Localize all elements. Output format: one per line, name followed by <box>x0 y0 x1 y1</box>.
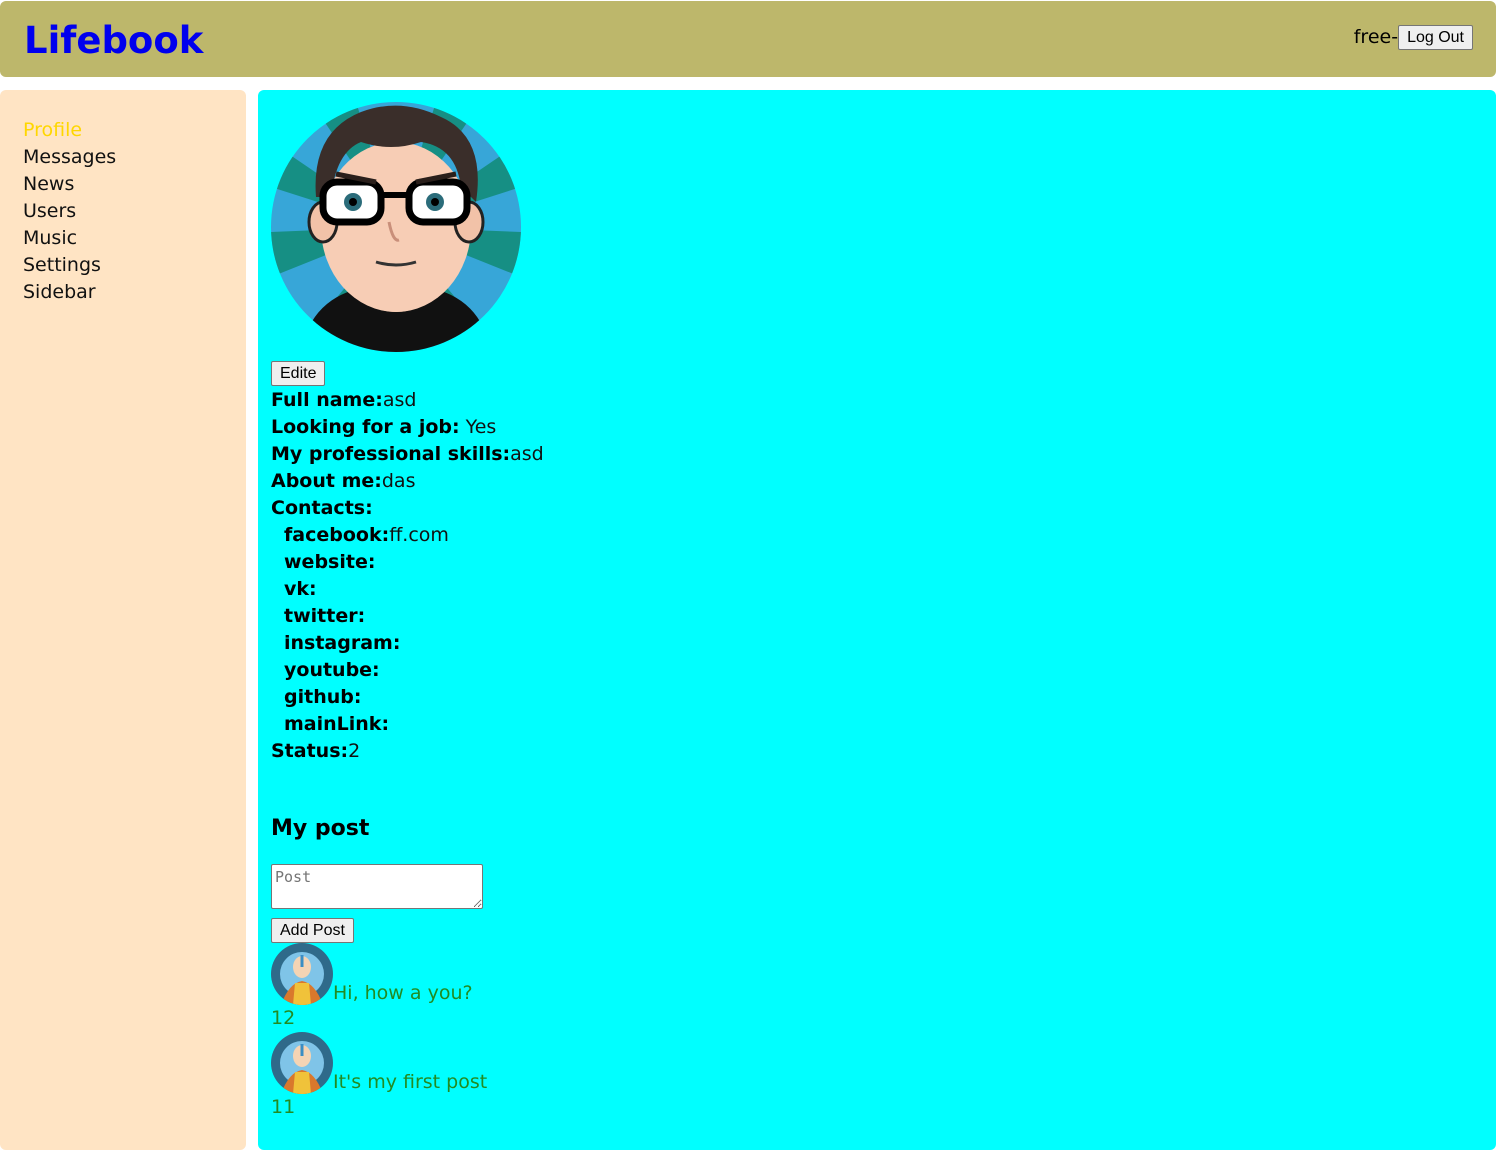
about-row: About me:das <box>271 468 1496 495</box>
post-likes: 11 <box>271 1096 296 1118</box>
sidebar-nav: Profile Messages News Users Music Settin… <box>0 90 246 1150</box>
profile-avatar <box>271 102 521 352</box>
sidebar-item-music[interactable]: Music <box>23 225 246 252</box>
post-header: Hi, how a you? <box>271 943 1496 1005</box>
sidebar-item-settings[interactable]: Settings <box>23 252 246 279</box>
profile-content: Edite Full name:asd Looking for a job: Y… <box>258 90 1496 1150</box>
contact-mainlink: mainLink: <box>271 711 1496 738</box>
skills-value: asd <box>510 443 544 465</box>
contact-label: youtube: <box>284 659 380 681</box>
contact-label: facebook: <box>284 524 390 546</box>
edit-row: Edite <box>271 361 1496 387</box>
contact-label: vk: <box>284 578 317 600</box>
contact-label: twitter: <box>284 605 366 627</box>
posts-title: My post <box>271 816 370 841</box>
add-post-button[interactable]: Add Post <box>271 918 354 943</box>
job-row: Looking for a job: Yes <box>271 414 1496 441</box>
sidebar-item-messages[interactable]: Messages <box>23 144 246 171</box>
post-avatar <box>271 943 333 1005</box>
sidebar-item-news[interactable]: News <box>23 171 246 198</box>
skills-row: My professional skills:asd <box>271 441 1496 468</box>
contact-vk: vk: <box>271 576 1496 603</box>
full-name-label: Full name: <box>271 389 383 411</box>
post-input[interactable] <box>271 864 483 909</box>
contact-label: mainLink: <box>284 713 390 735</box>
contact-label: website: <box>284 551 376 573</box>
contact-github: github: <box>271 684 1496 711</box>
post-text: Hi, how a you? <box>333 982 473 1004</box>
post-avatar <box>271 1032 333 1094</box>
post-likes: 12 <box>271 1007 296 1029</box>
contact-instagram: instagram: <box>271 630 1496 657</box>
contacts-heading-row: Contacts: <box>271 495 1496 522</box>
about-label: About me: <box>271 470 382 492</box>
post-item: Hi, how a you? 12 <box>271 943 1496 1032</box>
post-text: It's my first post <box>333 1071 488 1093</box>
contact-label: instagram: <box>284 632 401 654</box>
job-label: Looking for a job: <box>271 416 460 438</box>
login-box: free- Log Out <box>1353 24 1473 50</box>
app-logo: Lifebook <box>24 18 204 62</box>
full-name-value: asd <box>382 389 417 411</box>
sidebar-item-profile[interactable]: Profile <box>23 117 246 144</box>
contact-label: github: <box>284 686 362 708</box>
edit-profile-button[interactable]: Edite <box>271 361 326 386</box>
contact-facebook: facebook:ff.com <box>271 522 1496 549</box>
full-name-row: Full name:asd <box>271 387 1496 414</box>
sidebar-item-sidebar[interactable]: Sidebar <box>23 279 246 306</box>
status-label: Status: <box>271 740 349 762</box>
status-value[interactable]: 2 <box>348 740 360 762</box>
contact-value: ff.com <box>389 524 449 546</box>
job-value: Yes <box>459 416 497 438</box>
logout-button[interactable]: Log Out <box>1398 24 1473 50</box>
contact-twitter: twitter: <box>271 603 1496 630</box>
contact-youtube: youtube: <box>271 657 1496 684</box>
header: Lifebook free- Log Out <box>0 1 1496 77</box>
add-post-row: Add Post <box>271 918 1496 943</box>
about-value: das <box>381 470 416 492</box>
skills-label: My professional skills: <box>271 443 511 465</box>
login-name: free- <box>1353 26 1399 48</box>
post-item: It's my first post 11 <box>271 1032 1496 1121</box>
contacts-label: Contacts: <box>271 497 373 519</box>
contact-website: website: <box>271 549 1496 576</box>
status-row: Status:2 <box>271 738 1496 765</box>
post-header: It's my first post <box>271 1032 1496 1094</box>
sidebar-item-users[interactable]: Users <box>23 198 246 225</box>
